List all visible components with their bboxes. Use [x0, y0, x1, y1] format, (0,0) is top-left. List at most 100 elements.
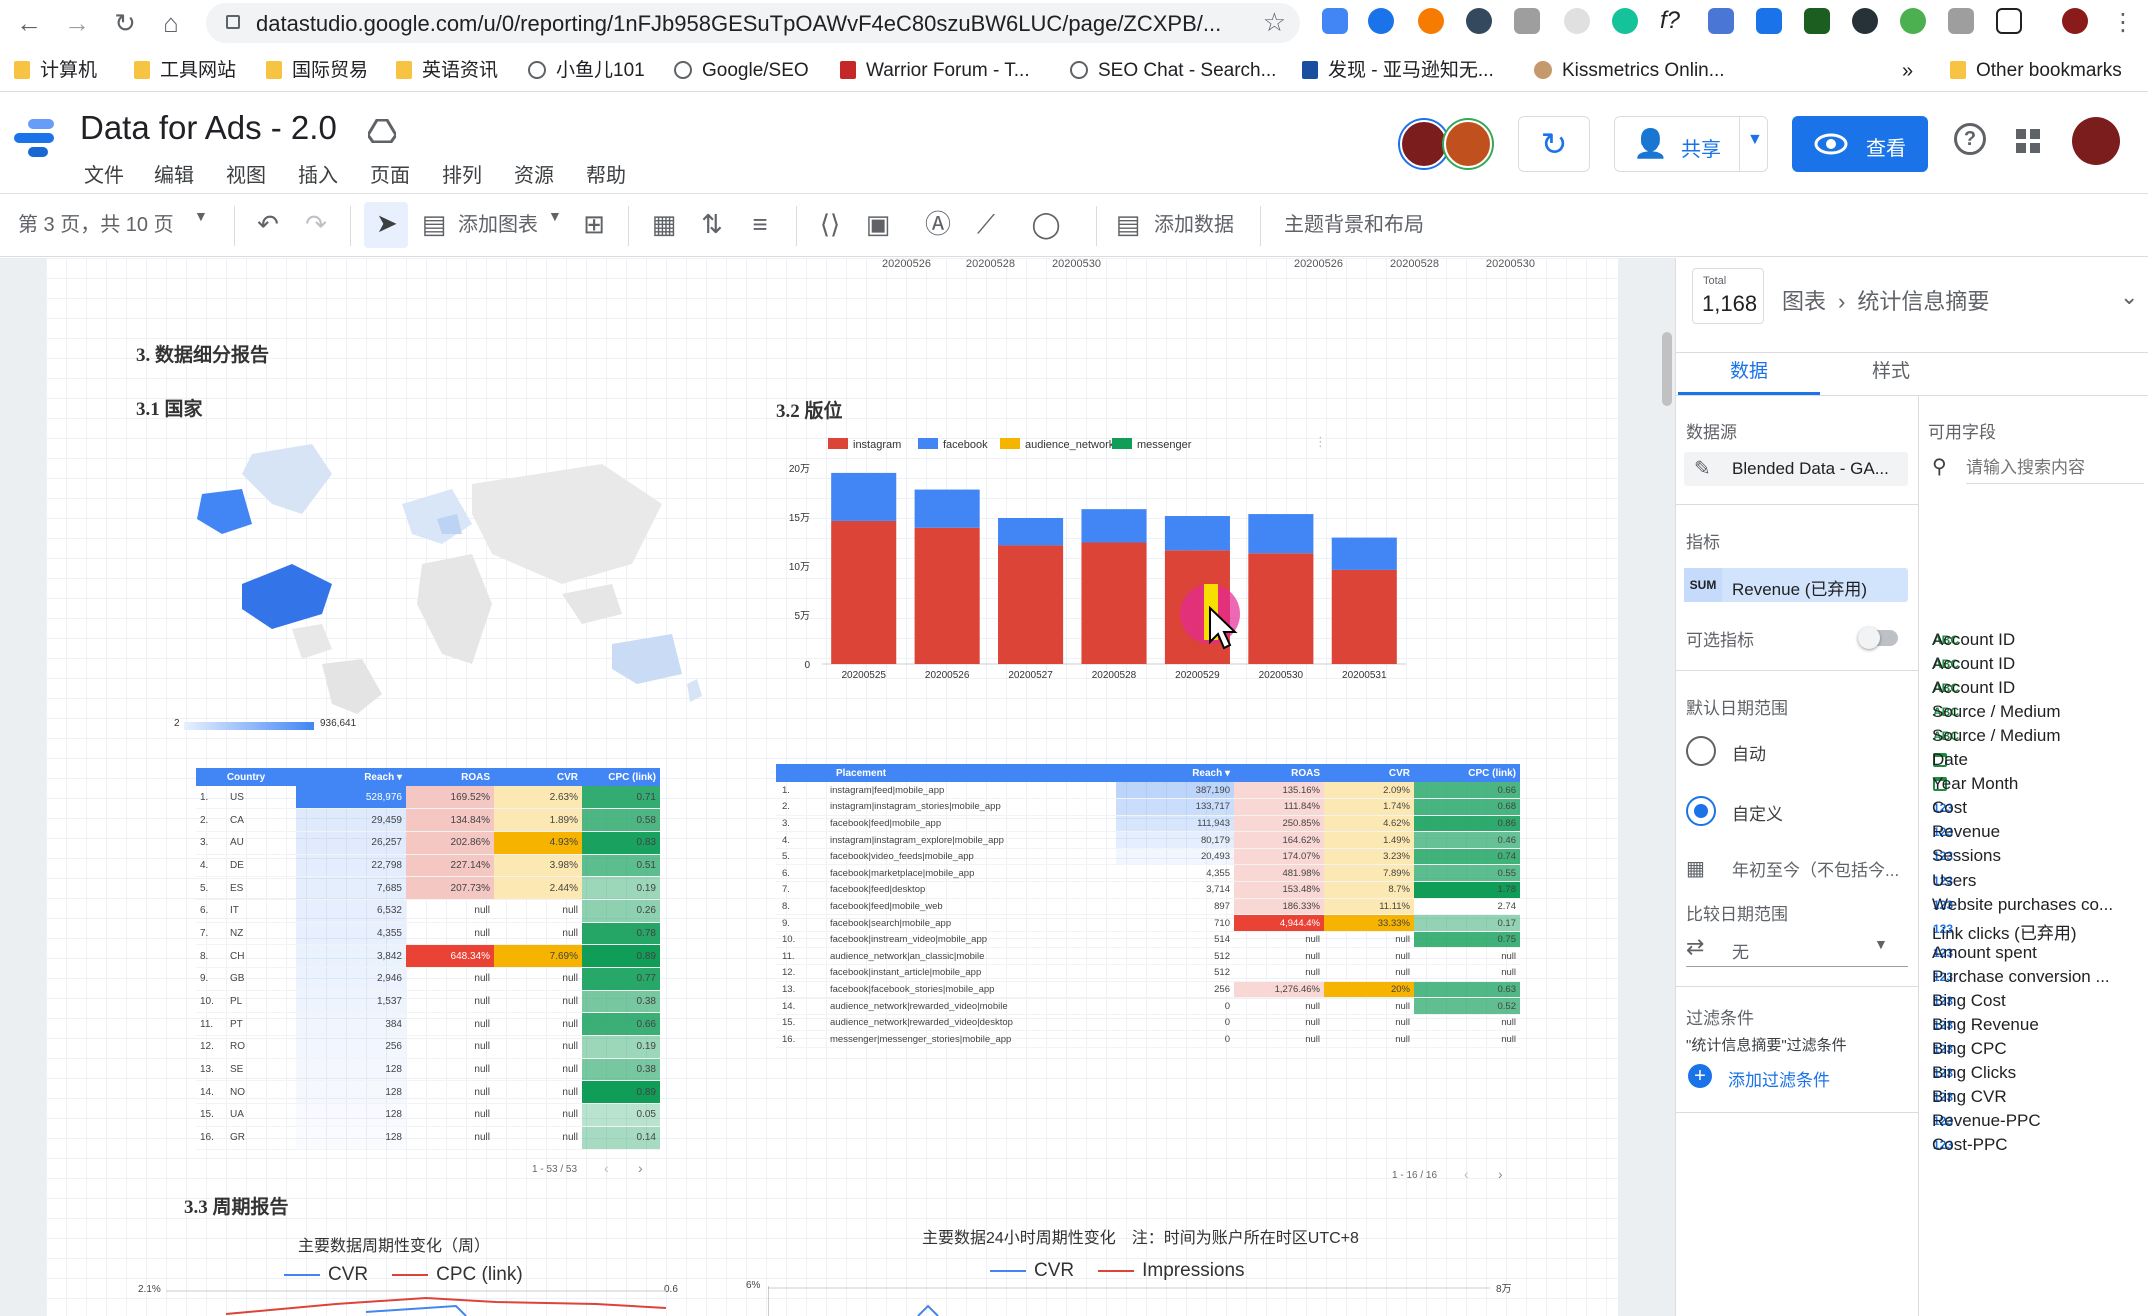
table-row[interactable]: 5. facebook|video_feeds|mobile_app 20,493 1… — [776, 848, 1520, 866]
help-icon[interactable]: ? — [1954, 123, 1986, 155]
table-row[interactable]: 13. facebook|facebook_stories|mobile_app 2… — [776, 981, 1520, 999]
bookmark-item[interactable]: 小鱼儿101 — [528, 56, 645, 86]
table-row[interactable]: 6. facebook|marketplace|mobile_app 4,355 48… — [776, 864, 1520, 883]
table-row[interactable]: 3. AU 26,257 202.86% 4.93% 0.83 — [196, 831, 660, 855]
field-item[interactable]: Revenue — [1932, 822, 2000, 842]
extension-icon[interactable] — [1466, 8, 1492, 34]
extension-icon[interactable] — [1756, 8, 1782, 34]
bookmark-item[interactable]: 工具网站 — [134, 56, 236, 86]
table-row[interactable]: 1. instagram|feed|mobile_app 387,190 135.16… — [776, 782, 1520, 800]
table-row[interactable]: 9. facebook|search|mobile_app 710 4,944.4% 3… — [776, 914, 1520, 932]
field-item[interactable]: Users — [1932, 871, 1976, 891]
field-item[interactable]: Account ID — [1932, 654, 2015, 674]
bookmark-item[interactable]: 英语资讯 — [396, 56, 498, 86]
extension-icon[interactable] — [1418, 8, 1444, 34]
refresh-button[interactable]: ↻ — [1518, 116, 1590, 172]
field-item[interactable]: Bing CVR — [1932, 1087, 2007, 1107]
geo-map[interactable] — [182, 434, 702, 714]
chart-options-icon[interactable]: ⋮ — [1314, 434, 1327, 450]
table-row[interactable]: 10. facebook|instream_video|mobile_app 514… — [776, 931, 1520, 949]
prev-page-icon[interactable]: ‹ — [604, 1160, 609, 1176]
drive-icon[interactable] — [368, 119, 396, 143]
table-row[interactable]: 6. IT 6,532 null null 0.26 — [196, 899, 660, 923]
menu-insert[interactable]: 插入 — [298, 159, 338, 188]
field-item[interactable]: Purchase conversion ... — [1932, 967, 2110, 987]
collaborator-avatar[interactable] — [1444, 120, 1492, 168]
table-row[interactable]: 7. NZ 4,355 null null 0.78 — [196, 922, 660, 946]
compare-dropdown-icon[interactable]: ▼ — [1874, 936, 1888, 952]
table-row[interactable]: 10. PL 1,537 null null 0.38 — [196, 990, 660, 1014]
edit-icon[interactable]: ✎ — [1694, 456, 1711, 481]
extension-icon[interactable] — [1948, 8, 1974, 34]
reload-icon[interactable]: ↻ — [108, 6, 142, 40]
bookmark-item[interactable]: 发现 - 亚马逊知无... — [1302, 56, 1494, 86]
bookmark-item[interactable]: Kissmetrics Onlin... — [1534, 56, 1725, 86]
field-item[interactable]: Link clicks (已弃用) — [1932, 919, 2077, 944]
filter-control-icon[interactable]: ⇅ — [696, 208, 728, 240]
add-control-icon[interactable]: ⊞ — [578, 208, 610, 240]
home-icon[interactable]: ⌂ — [154, 6, 188, 40]
column-header[interactable]: CVR — [1324, 764, 1414, 782]
weekly-line-chart[interactable] — [166, 1288, 666, 1316]
field-item[interactable]: Account ID — [1932, 678, 2015, 698]
column-header[interactable]: Reach ▾ — [1116, 764, 1234, 782]
table-row[interactable]: 1. US 528,976 169.52% 2.63% 0.71 — [196, 786, 660, 810]
select-tool-button[interactable]: ➤ — [364, 202, 408, 248]
field-item[interactable]: Account ID — [1932, 630, 2015, 650]
table-row[interactable]: 15. audience_network|rewarded_video|deskt… — [776, 1014, 1520, 1032]
table-row[interactable]: 8. facebook|feed|mobile_web 897 186.33% 11.1… — [776, 898, 1520, 916]
bookmark-item[interactable]: Warrior Forum - T... — [840, 56, 1030, 86]
table-row[interactable]: 8. CH 3,842 648.34% 7.69% 0.89 — [196, 944, 660, 968]
datasource-selector[interactable]: ✎ Blended Data - GA... — [1684, 452, 1908, 486]
menu-arrange[interactable]: 排列 — [442, 159, 482, 188]
back-icon[interactable]: ← — [12, 6, 46, 40]
table-row[interactable]: 2. CA 29,459 134.84% 1.89% 0.58 — [196, 808, 660, 832]
theme-layout-button[interactable]: 主题背景和布局 — [1284, 208, 1424, 237]
canvas-scrollbar[interactable] — [1662, 332, 1672, 406]
other-bookmarks[interactable]: Other bookmarks — [1950, 56, 2122, 86]
embed-code-icon[interactable]: ⟨⟩ — [814, 208, 846, 240]
field-item[interactable]: Amount spent — [1932, 943, 2037, 963]
table-row[interactable]: 16. GR 128 null null 0.14 — [196, 1126, 660, 1150]
field-item[interactable]: Cost-PPC — [1932, 1135, 2008, 1155]
report-title[interactable]: Data for Ads - 2.0 — [80, 109, 337, 147]
profile-avatar[interactable] — [2062, 8, 2088, 34]
metric-chip[interactable]: SUM Revenue (已弃用) — [1684, 568, 1908, 602]
field-item[interactable]: Source / Medium — [1932, 702, 2061, 722]
browser-menu-icon[interactable]: ⋮ — [2106, 6, 2140, 40]
image-icon[interactable] — [1996, 8, 2022, 34]
optional-metric-toggle[interactable] — [1858, 627, 1898, 649]
column-header[interactable]: Reach ▾ — [296, 768, 406, 786]
field-item[interactable]: Bing Cost — [1932, 991, 2006, 1011]
bookmark-item[interactable]: SEO Chat - Search... — [1070, 56, 1276, 86]
line-icon[interactable]: ⟋ — [970, 208, 1002, 240]
column-header[interactable]: CPC (link) — [582, 768, 660, 786]
bookmark-item[interactable]: 计算机 — [14, 56, 97, 86]
country-table[interactable]: Country Reach ▾ ROAS CVR CPC (link) 1. US… — [196, 768, 660, 1150]
share-button[interactable]: 👤 共享 ▼ — [1614, 116, 1768, 172]
column-header[interactable]: Placement — [776, 764, 1116, 782]
table-row[interactable]: 5. ES 7,685 207.73% 2.44% 0.19 — [196, 876, 660, 900]
table-row[interactable]: 12. RO 256 null null 0.19 — [196, 1035, 660, 1059]
share-dropdown-icon[interactable]: ▼ — [1747, 131, 1763, 149]
menu-file[interactable]: 文件 — [84, 159, 124, 188]
table-row[interactable]: 15. UA 128 null null 0.05 — [196, 1103, 660, 1127]
placement-bar-chart[interactable]: instagram facebook audience_network messeng… — [776, 430, 1436, 692]
bookmark-item[interactable]: Google/SEO — [674, 56, 809, 86]
field-item[interactable]: Date — [1932, 750, 1968, 770]
field-item[interactable]: Cost — [1932, 798, 1967, 818]
tab-style[interactable]: 样式 — [1872, 356, 1910, 383]
field-item[interactable]: Revenue-PPC — [1932, 1111, 2041, 1131]
field-item[interactable]: Bing Clicks — [1932, 1063, 2016, 1083]
extension-icon[interactable] — [1852, 8, 1878, 34]
page-dropdown-icon[interactable]: ▼ — [194, 208, 208, 224]
field-item[interactable]: Website purchases co... — [1932, 895, 2113, 915]
tab-data[interactable]: 数据 — [1730, 356, 1768, 383]
bookmark-item[interactable]: 国际贸易 — [266, 56, 368, 86]
radio-auto[interactable] — [1686, 736, 1716, 766]
collapse-panel-icon[interactable]: ⌄ — [2120, 284, 2138, 310]
table-row[interactable]: 4. instagram|instagram_explore|mobile_app… — [776, 831, 1520, 849]
image-icon[interactable]: ▣ — [862, 208, 894, 240]
table-row[interactable]: 14. NO 128 null null 0.89 — [196, 1080, 660, 1105]
add-data-button[interactable]: 添加数据 — [1154, 208, 1234, 237]
